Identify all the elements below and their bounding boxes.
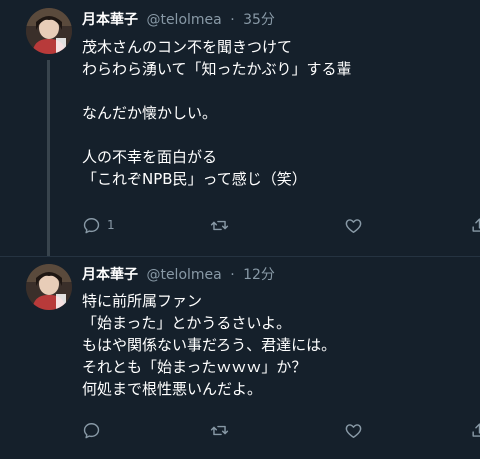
- tweet-line: 特に前所属ファン: [82, 292, 203, 310]
- separator: ·: [230, 267, 235, 283]
- avatar[interactable]: [26, 8, 72, 54]
- display-name[interactable]: 月本華子: [82, 12, 138, 28]
- tweet-text: 茂木さんのコン不を聞きつけて わらわら湧いて「知ったかぶり」する輩 なんだか懐か…: [82, 36, 472, 190]
- tweet-line: わらわら湧いて「知ったかぶり」する輩: [82, 60, 352, 78]
- tweet-line: もはや関係ない事だろう、君達には。: [82, 336, 337, 354]
- like-button[interactable]: [344, 420, 363, 440]
- retweet-button[interactable]: [210, 420, 229, 440]
- share-icon: [472, 217, 480, 232]
- tweet-line: 茂木さんのコン不を聞きつけて: [82, 38, 293, 56]
- avatar[interactable]: [26, 264, 72, 310]
- tweet-line: 「これぞNPB民」って感じ（笑）: [82, 170, 307, 188]
- reply-count: 1: [107, 218, 115, 232]
- username[interactable]: @telolmea: [146, 12, 221, 28]
- username[interactable]: @telolmea: [146, 267, 221, 283]
- share-button[interactable]: [470, 215, 480, 235]
- tweet-header: 月本華子 @telolmea · 12分: [82, 266, 275, 284]
- retweet-button[interactable]: [210, 215, 229, 235]
- tweet[interactable]: 月本華子 @telolmea · 35分 茂木さんのコン不を聞きつけて わらわら…: [0, 0, 480, 257]
- retweet-icon: [210, 425, 229, 435]
- tweet-line: [82, 80, 472, 102]
- timestamp[interactable]: 12分: [243, 267, 275, 283]
- tweet-text: 特に前所属ファン 「始まった」とかうるさいよ。 もはや関係ない事だろう、君達には…: [82, 290, 472, 400]
- like-icon: [345, 423, 362, 438]
- share-button[interactable]: [470, 420, 480, 440]
- separator: ·: [230, 12, 235, 28]
- tweet-actions: [82, 420, 480, 442]
- avatar-image: [26, 8, 72, 54]
- tweet-line: 人の不幸を面白がる: [82, 148, 218, 166]
- thread-line: [47, 60, 50, 257]
- display-name[interactable]: 月本華子: [82, 267, 138, 283]
- like-button[interactable]: [344, 215, 363, 235]
- retweet-icon: [210, 220, 229, 230]
- tweet-line: [82, 124, 472, 146]
- reply-button[interactable]: [82, 420, 107, 440]
- tweet-line: なんだか懐かしい。: [82, 104, 218, 122]
- tweet-line: 「始まった」とかうるさいよ。: [82, 314, 292, 332]
- tweet-actions: 1: [82, 215, 480, 237]
- reply-icon: [83, 217, 100, 233]
- tweet[interactable]: 月本華子 @telolmea · 12分 特に前所属ファン 「始まった」とかうる…: [0, 256, 480, 459]
- reply-icon: [83, 422, 100, 438]
- tweet-line: 何処まで根性悪いんだよ。: [82, 380, 263, 398]
- tweet-header: 月本華子 @telolmea · 35分: [82, 11, 275, 29]
- timestamp[interactable]: 35分: [243, 12, 275, 28]
- share-icon: [472, 422, 480, 437]
- avatar-image: [26, 264, 72, 310]
- tweet-line: それとも「始まったｗｗｗ」か？: [82, 358, 307, 376]
- like-icon: [345, 218, 362, 233]
- reply-button[interactable]: 1: [82, 215, 115, 235]
